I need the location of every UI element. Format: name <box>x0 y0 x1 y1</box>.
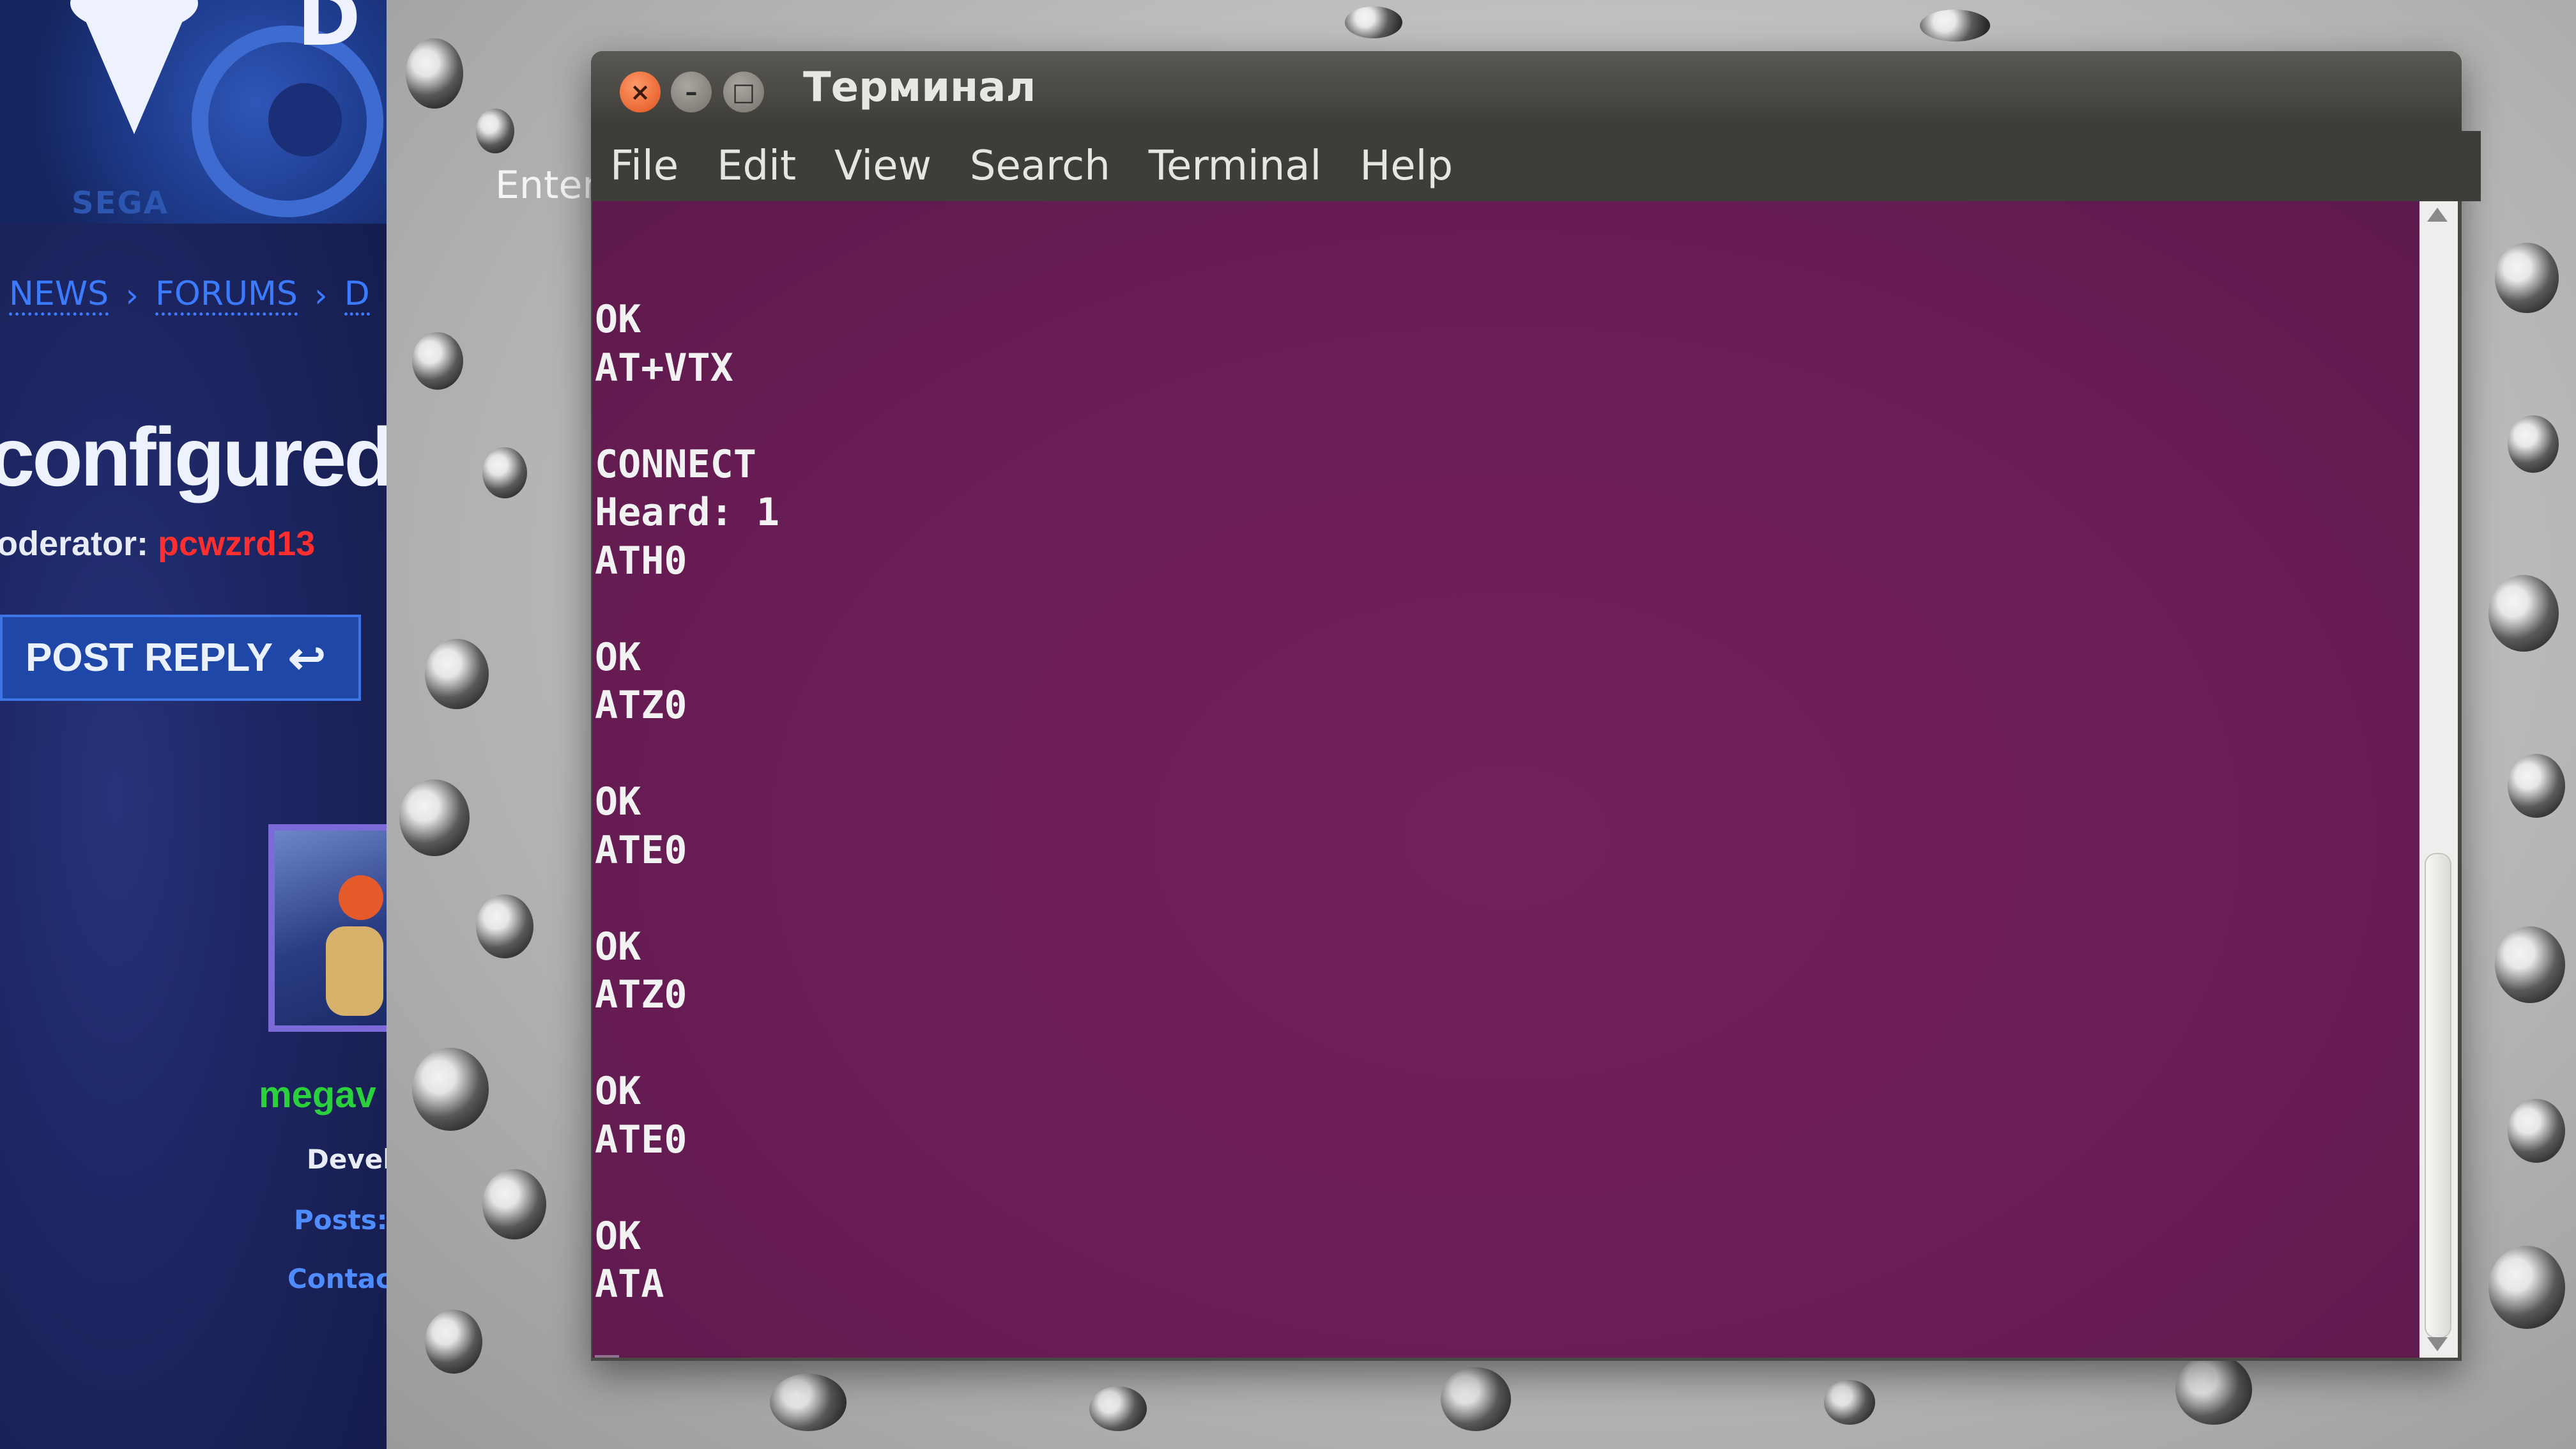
breadcrumb-news-link[interactable]: NEWS <box>9 275 109 316</box>
water-drop <box>476 894 533 958</box>
water-drop <box>482 447 527 498</box>
breadcrumb-forums-link[interactable]: FORUMS <box>155 275 298 316</box>
water-drop <box>412 332 463 390</box>
text-cursor <box>595 1355 619 1358</box>
terminal-line: ATZ0 <box>595 683 687 728</box>
menu-terminal[interactable]: Terminal <box>1149 142 1321 190</box>
scrollbar-thumb[interactable] <box>2425 853 2451 1338</box>
reply-arrow-icon: ↩ <box>288 632 326 683</box>
chevron-right-icon: › <box>314 277 328 316</box>
terminal-output-area[interactable]: OK AT+VTX CONNECT Heard: 1 ATH0 OK ATZ0 … <box>592 201 2419 1358</box>
desktop-partial-text: Enter <box>495 163 599 208</box>
breadcrumb-forum-link[interactable]: D <box>344 275 370 316</box>
vertical-scrollbar[interactable] <box>2419 201 2458 1358</box>
user-avatar[interactable] <box>268 824 387 1032</box>
sega-logo-text: SEGA <box>72 185 169 221</box>
water-drop <box>1920 10 1990 42</box>
terminal-line: OK <box>595 924 641 969</box>
menu-file[interactable]: File <box>610 142 678 190</box>
water-drop <box>1441 1367 1511 1431</box>
close-window-button[interactable]: × <box>620 72 661 112</box>
logo-ring-center <box>268 83 342 157</box>
maximize-icon: □ <box>732 78 755 106</box>
terminal-titlebar[interactable]: × – □ Терминал <box>591 51 2462 131</box>
water-drop <box>399 779 470 856</box>
terminal-line: ATE0 <box>595 1117 687 1162</box>
chevron-right-icon: › <box>125 277 139 316</box>
avatar-character-head <box>339 875 383 920</box>
water-drop <box>1824 1380 1875 1425</box>
water-drop <box>2495 243 2559 313</box>
terminal-line: Heard: 1 <box>595 490 779 535</box>
maximize-window-button[interactable]: □ <box>723 72 764 112</box>
terminal-line: OK <box>595 634 641 680</box>
post-author-posts-label: Posts: <box>294 1204 387 1236</box>
terminal-line: OK <box>595 1069 641 1114</box>
terminal-line: ATH0 <box>595 538 687 583</box>
moderator-line: loderator: pcwzrd13 <box>0 524 315 564</box>
post-author-role: Devel <box>307 1144 387 1175</box>
moderator-name-link[interactable]: pcwzrd13 <box>158 525 315 563</box>
post-reply-button[interactable]: POST REPLY ↩ <box>0 615 361 701</box>
water-drop <box>2175 1354 2252 1425</box>
menu-search[interactable]: Search <box>970 142 1110 190</box>
breadcrumb: NEWS › FORUMS › D <box>9 275 370 316</box>
water-drop <box>2508 1099 2565 1163</box>
menu-view[interactable]: View <box>834 142 931 190</box>
terminal-line: CONNECT <box>595 441 756 487</box>
post-author-contact-link[interactable]: Contact <box>288 1263 387 1294</box>
thread-title: configured F <box>0 410 387 503</box>
avatar-character-body <box>326 926 383 1016</box>
water-drop <box>476 109 514 153</box>
minimize-icon: – <box>685 78 698 106</box>
terminal-line: ATA <box>595 1262 664 1307</box>
water-drop <box>482 1169 546 1239</box>
close-icon: × <box>630 78 650 106</box>
water-drop <box>2488 575 2559 652</box>
terminal-line: AT+VTX <box>595 345 733 390</box>
terminal-output-text: OK AT+VTX CONNECT Heard: 1 ATH0 OK ATZ0 … <box>595 296 779 1309</box>
minimize-window-button[interactable]: – <box>671 72 712 112</box>
terminal-line: ATE0 <box>595 827 687 873</box>
water-drop <box>2488 1246 2565 1329</box>
water-drop <box>2508 415 2559 473</box>
water-drop <box>770 1374 847 1431</box>
site-header: D SEGA <box>0 0 387 224</box>
water-drop <box>1089 1386 1147 1431</box>
logo-triangle-graphic <box>77 0 192 134</box>
logo-letter: D <box>297 0 361 63</box>
moderator-label: loderator: <box>0 525 149 563</box>
terminal-menubar: File Edit View Search Terminal Help <box>591 131 2481 201</box>
terminal-line: OK <box>595 779 641 824</box>
scroll-down-arrow-icon[interactable] <box>2427 1337 2448 1351</box>
scroll-up-arrow-icon[interactable] <box>2427 208 2448 222</box>
water-drop <box>1345 6 1402 38</box>
post-reply-label: POST REPLY <box>26 636 273 680</box>
water-drop <box>2495 926 2565 1003</box>
menu-edit[interactable]: Edit <box>717 142 796 190</box>
forum-page: D SEGA NEWS › FORUMS › D configured F lo… <box>0 0 387 1449</box>
terminal-line: OK <box>595 1213 641 1259</box>
water-drop <box>425 639 489 709</box>
water-drop <box>2508 754 2565 818</box>
menu-help[interactable]: Help <box>1360 142 1453 190</box>
post-author-name[interactable]: megav <box>259 1073 376 1116</box>
water-drop <box>412 1048 489 1131</box>
window-title: Терминал <box>803 64 1036 111</box>
terminal-line: ATZ0 <box>595 972 687 1017</box>
terminal-line: OK <box>595 297 641 342</box>
water-drop <box>425 1310 482 1374</box>
terminal-window[interactable]: × – □ Терминал File Edit View Search Ter… <box>591 51 2481 1361</box>
water-drop <box>406 38 463 109</box>
